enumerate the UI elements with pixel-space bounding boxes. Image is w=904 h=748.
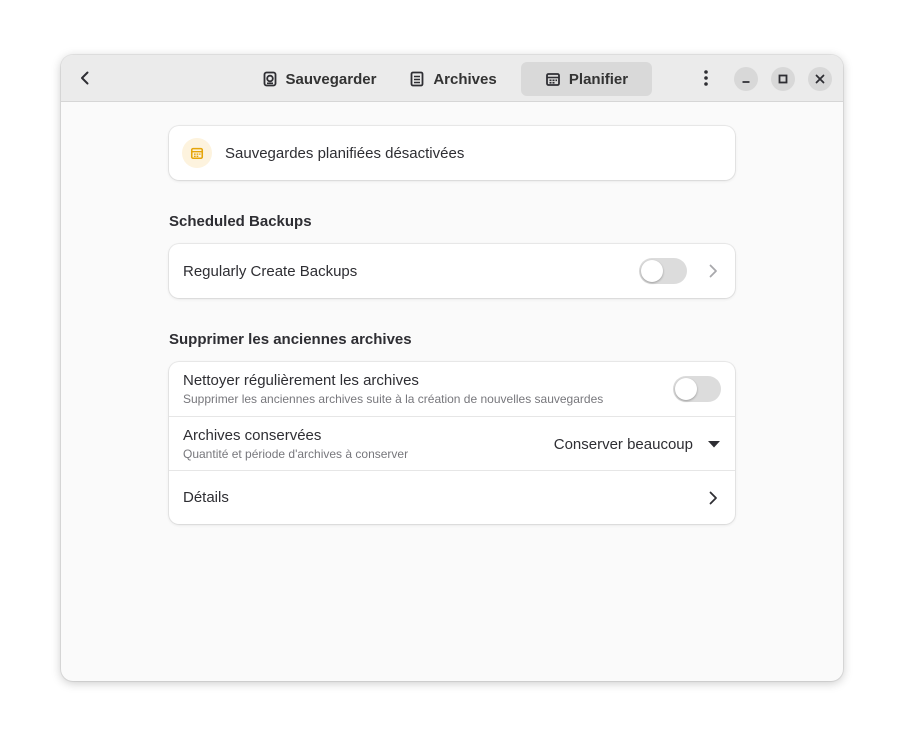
cleanup-row[interactable]: Nettoyer régulièrement les archives Supp… xyxy=(169,362,735,416)
schedule-page: Sauvegardes planifiées désactivées Sched… xyxy=(61,102,843,681)
status-text: Sauvegardes planifiées désactivées xyxy=(225,144,465,162)
maximize-icon xyxy=(778,74,788,84)
calendar-icon xyxy=(546,73,560,86)
kept-archives-row[interactable]: Archives conservées Quantité et période … xyxy=(169,416,735,470)
kept-archives-dropdown[interactable]: Conserver beaucoup xyxy=(554,417,721,471)
tab-archives[interactable]: Archives xyxy=(401,62,505,96)
cleanup-text: Nettoyer régulièrement les archives Supp… xyxy=(183,372,603,406)
backup-icon xyxy=(263,71,276,87)
chevron-right-icon xyxy=(709,264,717,278)
tab-planifier[interactable]: Planifier xyxy=(521,62,652,96)
tab-sauvegarder[interactable]: Sauvegarder xyxy=(254,62,384,96)
switch-knob xyxy=(641,260,663,282)
chevron-right-icon xyxy=(709,491,717,505)
minimize-button[interactable] xyxy=(734,67,758,91)
archives-icon xyxy=(410,71,424,87)
status-icon-badge xyxy=(182,138,212,168)
minimize-icon xyxy=(742,81,750,83)
kept-archives-value: Conserver beaucoup xyxy=(553,435,693,453)
details-row[interactable]: Détails xyxy=(169,470,735,524)
switch-knob xyxy=(675,378,697,400)
close-icon xyxy=(815,74,825,84)
scheduled-backups-card: Regularly Create Backups xyxy=(169,244,735,298)
maximize-button[interactable] xyxy=(771,67,795,91)
main-menu-button[interactable] xyxy=(691,63,721,93)
kebab-menu-icon xyxy=(704,70,708,86)
status-card: Sauvegardes planifiées désactivées xyxy=(169,126,735,180)
status-row: Sauvegardes planifiées désactivées xyxy=(169,126,735,180)
cleanup-title: Nettoyer régulièrement les archives xyxy=(183,372,419,389)
close-button[interactable] xyxy=(808,67,832,91)
kept-archives-text: Archives conservées Quantité et période … xyxy=(183,427,408,461)
regular-backups-label: Regularly Create Backups xyxy=(183,262,358,280)
tab-sauvegarder-label: Sauvegarder xyxy=(285,70,377,88)
header-bar: Sauvegarder Archives Planifier xyxy=(61,55,843,102)
regular-backups-switch[interactable] xyxy=(639,258,687,284)
scheduled-backups-heading: Scheduled Backups xyxy=(169,213,312,230)
app-window: Sauvegarder Archives Planifier Sauvegard… xyxy=(61,55,843,681)
prune-card: Nettoyer régulièrement les archives Supp… xyxy=(169,362,735,524)
prune-archives-heading: Supprimer les anciennes archives xyxy=(169,331,412,348)
details-label: Détails xyxy=(183,489,229,506)
back-button[interactable] xyxy=(69,63,101,93)
calendar-icon xyxy=(190,147,204,160)
kept-archives-subtitle: Quantité et période d'archives à conserv… xyxy=(183,446,409,461)
regular-backups-row[interactable]: Regularly Create Backups xyxy=(169,244,735,298)
chevron-left-icon xyxy=(81,71,89,85)
dropdown-arrow-icon xyxy=(708,441,720,448)
cleanup-switch[interactable] xyxy=(673,376,721,402)
tab-planifier-label: Planifier xyxy=(568,70,629,88)
kept-archives-title: Archives conservées xyxy=(183,426,322,444)
cleanup-subtitle: Supprimer les anciennes archives suite à… xyxy=(183,392,604,406)
tab-archives-label: Archives xyxy=(433,70,497,88)
